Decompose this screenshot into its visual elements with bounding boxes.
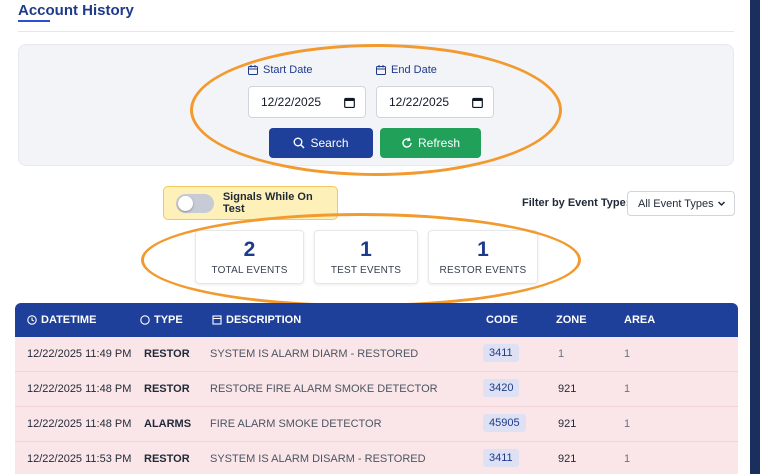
table-row[interactable]: 12/22/2025 11:48 PM ALARMS FIRE ALARM SM… [15, 407, 738, 442]
table-row[interactable]: 12/22/2025 11:49 PM RESTOR SYSTEM IS ALA… [15, 337, 738, 372]
clock-icon [27, 315, 37, 325]
scrollbar[interactable] [750, 0, 760, 474]
search-button[interactable]: Search [269, 128, 373, 158]
refresh-button[interactable]: Refresh [380, 128, 481, 158]
cell-zone: 921 [558, 453, 577, 465]
cell-type: RESTOR [144, 348, 190, 360]
table-row[interactable]: 12/22/2025 11:53 PM RESTOR SYSTEM IS ALA… [15, 442, 738, 474]
cell-type: RESTOR [144, 453, 190, 465]
end-date-input[interactable]: 12/22/2025 [376, 86, 494, 118]
stat-card-test: 1 TEST EVENTS [314, 230, 418, 284]
cell-code-badge: 3411 [483, 344, 519, 362]
calendar-icon [376, 65, 386, 75]
cell-area: 1 [624, 453, 631, 465]
stat-card-restor: 1 RESTOR EVENTS [428, 230, 538, 284]
title-underline [18, 20, 50, 22]
calendar-icon [248, 65, 258, 75]
toggle-switch[interactable] [176, 193, 214, 213]
cell-type: ALARMS [144, 418, 192, 430]
search-icon [293, 137, 305, 149]
calendar-picker-icon[interactable] [344, 97, 355, 108]
document-icon [212, 315, 222, 325]
cell-code-badge: 3411 [483, 449, 519, 467]
cell-zone: 921 [558, 383, 577, 395]
cell-code-badge: 45905 [483, 414, 526, 432]
cell-description: RESTORE FIRE ALARM SMOKE DETECTOR [210, 383, 438, 395]
cell-zone: 1 [558, 348, 565, 360]
event-type-select[interactable]: All Event Types [627, 191, 735, 216]
calendar-picker-icon[interactable] [472, 97, 483, 108]
toggle-knob [178, 195, 193, 211]
column-header-datetime[interactable]: DATETIME [27, 314, 96, 326]
events-table: DATETIME TYPE DESCRIPTION CODE ZONE AREA… [15, 303, 738, 474]
cell-area: 1 [624, 418, 631, 430]
cell-area: 1 [624, 383, 631, 395]
cell-datetime: 12/22/2025 11:48 PM [27, 418, 132, 430]
column-header-type[interactable]: TYPE [140, 314, 183, 326]
column-header-area[interactable]: AREA [624, 314, 655, 326]
circle-icon [140, 315, 150, 325]
refresh-icon [402, 137, 412, 148]
cell-code-badge: 3420 [483, 379, 520, 397]
end-date-label: End Date [376, 64, 437, 76]
cell-type: RESTOR [144, 383, 190, 395]
table-header: DATETIME TYPE DESCRIPTION CODE ZONE AREA [15, 303, 738, 337]
chevron-down-icon [717, 201, 726, 207]
cell-area: 1 [624, 348, 631, 360]
cell-zone: 921 [558, 418, 577, 430]
column-header-code[interactable]: CODE [486, 314, 518, 326]
table-row[interactable]: 12/22/2025 11:48 PM RESTOR RESTORE FIRE … [15, 372, 738, 407]
cell-datetime: 12/22/2025 11:53 PM [27, 453, 132, 465]
column-header-zone[interactable]: ZONE [556, 314, 587, 326]
cell-description: FIRE ALARM SMOKE DETECTOR [210, 418, 382, 430]
event-type-filter-label: Filter by Event Type: [522, 197, 630, 209]
title-divider [18, 31, 734, 32]
cell-description: SYSTEM IS ALARM DIARM - RESTORED [210, 348, 419, 360]
page-title: Account History [18, 2, 134, 19]
cell-description: SYSTEM IS ALARM DISARM - RESTORED [210, 453, 426, 465]
column-header-description[interactable]: DESCRIPTION [212, 314, 301, 326]
start-date-label: Start Date [248, 64, 313, 76]
signals-on-test-toggle[interactable]: Signals While On Test [163, 186, 338, 220]
cell-datetime: 12/22/2025 11:48 PM [27, 383, 132, 395]
stat-card-total: 2 TOTAL EVENTS [195, 230, 304, 284]
cell-datetime: 12/22/2025 11:49 PM [27, 348, 132, 360]
start-date-input[interactable]: 12/22/2025 [248, 86, 366, 118]
